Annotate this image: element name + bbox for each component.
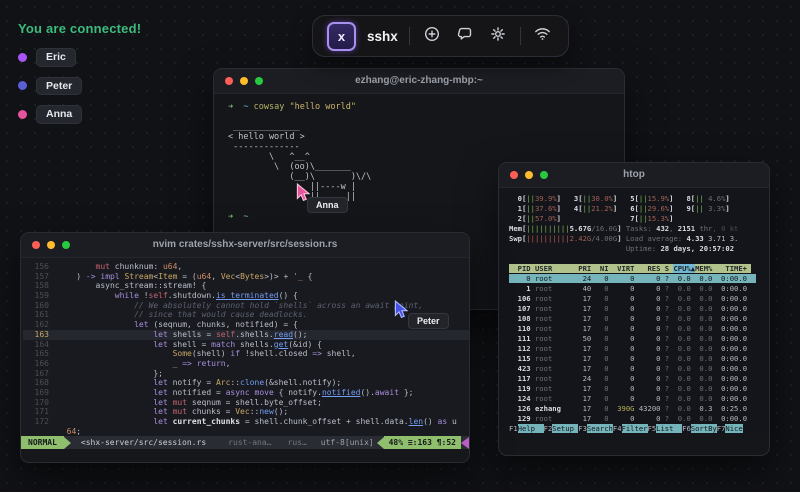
terminal-window-htop[interactable]: htop 0[||39.9%] 3[||30.0%] 5[||15.9%] 8[… bbox=[498, 162, 770, 456]
powerline-separator bbox=[376, 436, 384, 449]
sshx-logo: x bbox=[327, 21, 356, 51]
remote-cursor-anna: Anna bbox=[296, 182, 348, 213]
cursor-name-label: Anna bbox=[307, 197, 348, 213]
statusline-filepath: <shx-server/src/session.rs bbox=[80, 438, 207, 448]
statusline-encoding: utf-8[unix] bbox=[320, 438, 374, 448]
nvim-code-editor[interactable]: 156 mut chunknum: u64, 157 ) -> impl Stre… bbox=[21, 258, 469, 437]
user-color-dot bbox=[18, 52, 27, 62]
terminal-titlebar: ezhang@eric-zhang-mbp:~ bbox=[214, 69, 624, 94]
connected-status: You are connected! bbox=[18, 21, 142, 36]
terminal-titlebar: htop bbox=[499, 163, 769, 188]
statusline-filetype: rus… bbox=[287, 438, 307, 448]
terminal-titlebar: nvim crates/sshx-server/src/session.rs bbox=[21, 233, 469, 258]
user-list: Eric Peter Anna bbox=[18, 48, 83, 124]
powerline-separator bbox=[63, 436, 71, 449]
toolbar-divider bbox=[408, 27, 410, 45]
chat-bubble-icon bbox=[457, 26, 473, 47]
nvim-statusline: NORMAL <shx-server/src/session.rs rust-a… bbox=[21, 436, 469, 450]
htop-output[interactable]: 0[||39.9%] 3[||30.0%] 5[||15.9%] 8[|| 4.… bbox=[499, 188, 769, 434]
user-name-pill: Anna bbox=[36, 105, 83, 124]
toolbar: x sshx bbox=[312, 15, 569, 57]
user-row-peter: Peter bbox=[18, 76, 83, 95]
user-color-dot bbox=[18, 109, 27, 119]
sshx-session-page: { "accent_colors":{"green":"#3dbb7d","br… bbox=[0, 0, 800, 492]
nvim-command-line bbox=[21, 449, 469, 462]
gear-icon bbox=[490, 26, 506, 47]
vim-mode-indicator: NORMAL bbox=[21, 436, 64, 450]
settings-button[interactable] bbox=[487, 25, 509, 47]
wifi-icon bbox=[534, 26, 551, 46]
terminal-title: htop bbox=[623, 169, 645, 180]
cursor-name-label: Peter bbox=[408, 313, 449, 329]
terminal-title: ezhang@eric-zhang-mbp:~ bbox=[355, 75, 483, 86]
terminal-title: nvim crates/sshx-server/src/session.rs bbox=[152, 239, 338, 250]
plus-circle-icon bbox=[424, 26, 440, 47]
brand-name: sshx bbox=[367, 28, 398, 44]
toolbar-divider bbox=[519, 27, 521, 45]
chat-button[interactable] bbox=[454, 25, 476, 47]
user-name-pill: Eric bbox=[36, 48, 76, 67]
connection-status-button[interactable] bbox=[532, 25, 554, 47]
user-name-pill: Peter bbox=[36, 76, 83, 95]
remote-cursor-peter: Peter bbox=[394, 299, 449, 329]
pointer-icon bbox=[394, 299, 409, 319]
user-row-eric: Eric bbox=[18, 48, 82, 67]
statusline-end-cap bbox=[461, 436, 469, 449]
statusline-position: 48% ≡:163 ¶:52 bbox=[383, 436, 461, 450]
terminal-window-nvim[interactable]: nvim crates/sshx-server/src/session.rs 1… bbox=[20, 232, 470, 463]
statusline-lsp: rust-ana… bbox=[228, 438, 272, 448]
user-color-dot bbox=[18, 81, 27, 91]
user-row-anna: Anna bbox=[18, 105, 83, 124]
new-terminal-button[interactable] bbox=[421, 25, 443, 47]
